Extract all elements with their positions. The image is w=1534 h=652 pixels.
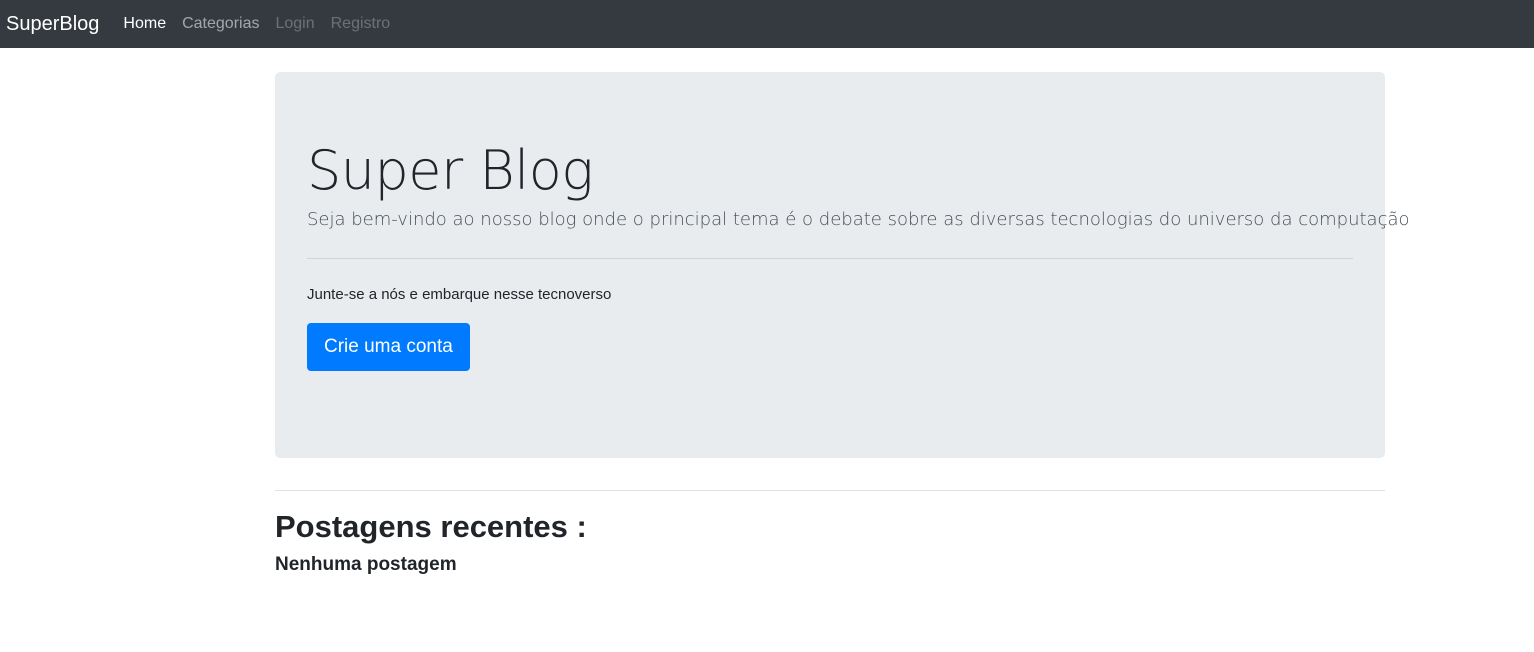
jumbotron: Super Blog Seja bem-vindo ao nosso blog …: [275, 72, 1410, 458]
nav-link-home[interactable]: Home: [123, 14, 166, 34]
nav-links: Home Categorias Login Registro: [123, 14, 406, 34]
jumbotron-title: Super Blog: [307, 139, 594, 202]
jumbotron-text: Junte-se a nós e embarque nesse tecnover…: [307, 286, 612, 303]
main-container: Super Blog Seja bem-vindo ao nosso blog …: [275, 72, 1410, 577]
top-navbar: SuperBlog Home Categorias Login Registro: [0, 0, 1534, 48]
recent-posts-title: Postagens recentes :: [275, 509, 587, 544]
section-divider: [275, 490, 1385, 491]
jumbotron-divider: [307, 258, 1353, 259]
no-posts-message: Nenhuma postagem: [275, 554, 457, 575]
nav-link-login[interactable]: Login: [275, 14, 314, 34]
create-account-button[interactable]: Crie uma conta: [307, 323, 470, 371]
nav-link-registro[interactable]: Registro: [331, 14, 391, 34]
brand-link[interactable]: SuperBlog: [6, 12, 99, 36]
nav-link-categorias[interactable]: Categorias: [182, 14, 259, 34]
jumbotron-lead: Seja bem-vindo ao nosso blog onde o prin…: [307, 209, 1410, 230]
